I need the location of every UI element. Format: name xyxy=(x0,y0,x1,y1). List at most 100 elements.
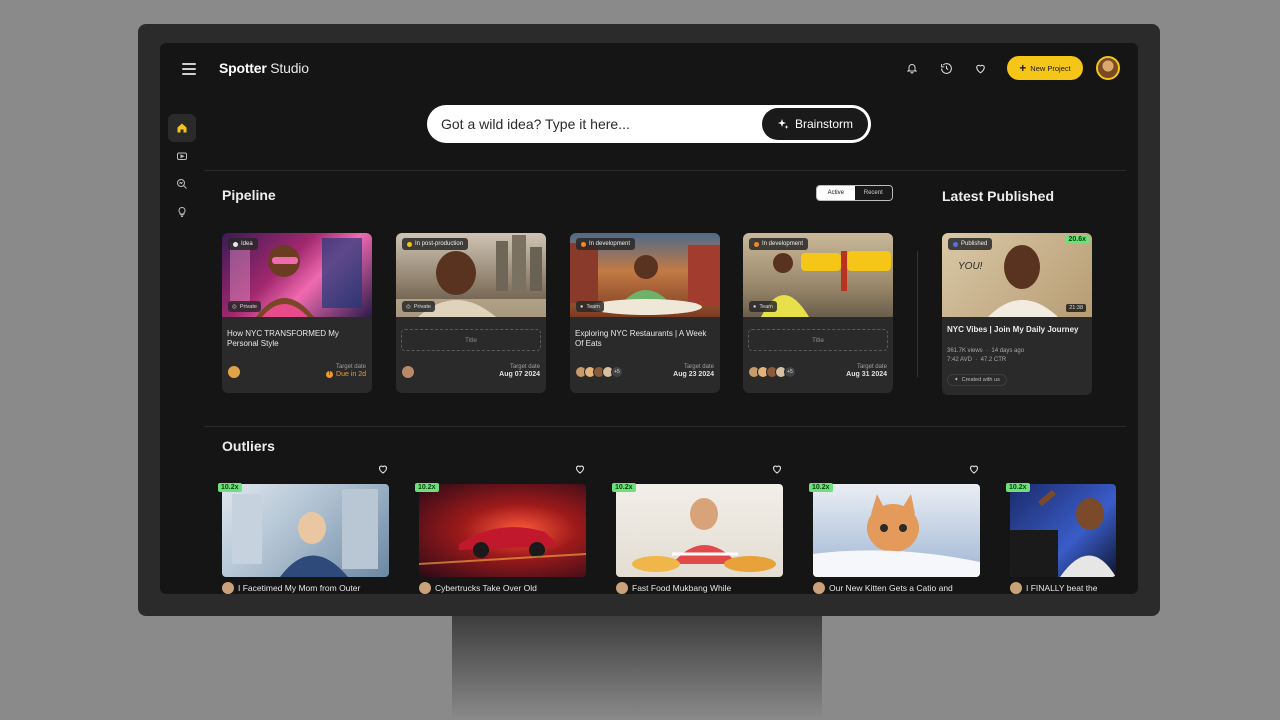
card-thumbnail: In post-production ◎ Private xyxy=(396,233,546,317)
tab-recent[interactable]: Recent xyxy=(854,186,892,200)
avatar xyxy=(227,365,241,379)
multiplier-badge: 10.2x xyxy=(1006,483,1030,492)
menu-icon[interactable] xyxy=(182,63,196,75)
avatar[interactable] xyxy=(1096,56,1120,80)
created-with-badge: ✦ Created with us xyxy=(947,374,1007,386)
status-badge: Published xyxy=(948,238,993,250)
idea-search-bar: Brainstorm xyxy=(427,105,871,143)
title-placeholder-field[interactable]: Title xyxy=(401,329,541,351)
lock-icon: ◎ xyxy=(406,303,411,310)
card-thumbnail: YOU! Published 20.6x 21:38 xyxy=(942,233,1092,317)
heart-icon[interactable] xyxy=(574,463,586,475)
video-thumbnail xyxy=(419,484,586,577)
svg-text:YOU!: YOU! xyxy=(958,261,983,272)
side-rail xyxy=(168,114,196,226)
assignee-avatars xyxy=(401,365,415,379)
status-badge: In development xyxy=(749,238,809,250)
video-stats: 361.7K views · 14 days ago 7:42 AVD · 47… xyxy=(947,348,1025,363)
new-project-label: New Project xyxy=(1030,63,1071,73)
outlier-card[interactable]: 10.2x Cybertrucks Take Over Old xyxy=(415,465,586,594)
outlier-card[interactable]: 10.2x I FINALLY beat the xyxy=(1006,483,1116,594)
card-title: Exploring NYC Restaurants | A Week Of Ea… xyxy=(575,329,707,348)
video-title: NYC Vibes | Join My Daily Journey xyxy=(947,325,1079,334)
sparkle-icon xyxy=(777,119,789,129)
avatar xyxy=(401,365,415,379)
card-title: How NYC TRANSFORMED My Personal Style xyxy=(227,329,339,348)
latest-published-title: Latest Published xyxy=(942,188,1055,204)
top-actions xyxy=(904,60,988,76)
brainstorm-label: Brainstorm xyxy=(794,117,853,131)
pipeline-card[interactable]: In post-production ◎ Private Title Target… xyxy=(396,233,546,393)
video-icon[interactable] xyxy=(168,142,196,170)
heart-icon[interactable] xyxy=(968,463,980,475)
published-card[interactable]: YOU! Published 20.6x 21:38 NYC Vibes | J… xyxy=(942,233,1092,395)
brainstorm-button[interactable]: Brainstorm xyxy=(762,108,868,140)
app-screen: Spotter Studio + New Project Got a wild … xyxy=(160,43,1138,594)
search-analytics-icon[interactable] xyxy=(168,170,196,198)
team-icon: ● xyxy=(753,303,757,310)
history-icon[interactable] xyxy=(938,60,954,76)
sparkle-icon: ✦ xyxy=(954,377,959,383)
more-avatars: +5 xyxy=(784,366,796,378)
avatar xyxy=(419,582,431,594)
target-date: Target date Aug 23 2024 xyxy=(673,364,714,378)
card-thumbnail: Idea ◎ Private xyxy=(222,233,372,317)
heart-icon[interactable] xyxy=(972,60,988,76)
status-badge: In post-production xyxy=(402,238,469,250)
monitor-stand xyxy=(452,612,822,720)
visibility-badge: ◎ Private xyxy=(228,301,261,312)
plus-icon: + xyxy=(1019,61,1027,75)
assignee-avatars: +5 xyxy=(575,366,623,378)
video-thumbnail xyxy=(813,484,980,577)
status-badge: In development xyxy=(576,238,636,250)
heart-icon[interactable] xyxy=(771,463,783,475)
divider xyxy=(204,426,1126,427)
pipeline-card[interactable]: In development ● Team Title Target date A… xyxy=(743,233,893,393)
avatar xyxy=(222,582,234,594)
home-icon[interactable] xyxy=(168,114,196,142)
idea-input[interactable] xyxy=(441,116,762,132)
app-logo[interactable]: Spotter Studio xyxy=(219,60,309,76)
title-placeholder-field[interactable]: Title xyxy=(748,329,888,351)
video-title: Fast Food Mukbang While xyxy=(616,582,731,594)
target-date: Target date ! Due in 2d xyxy=(326,364,366,378)
pipeline-card[interactable]: Idea ◎ Private How NYC TRANSFORMED My Per… xyxy=(222,233,372,393)
video-title: Cybertrucks Take Over Old xyxy=(419,582,537,594)
visibility-badge: ● Team xyxy=(576,301,604,312)
multiplier-badge: 10.2x xyxy=(612,483,636,492)
multiplier-badge: 10.2x xyxy=(218,483,242,492)
target-date: Target date Aug 07 2024 xyxy=(499,364,540,378)
outlier-card[interactable]: 10.2x Our New Kitten Gets a Catio and xyxy=(809,465,980,594)
multiplier-badge: 20.6x xyxy=(1065,235,1089,244)
visibility-badge: ◎ Private xyxy=(402,301,435,312)
team-icon: ● xyxy=(580,303,584,310)
multiplier-badge: 10.2x xyxy=(809,483,833,492)
video-thumbnail xyxy=(222,484,389,577)
outlier-card[interactable]: 10.2x Fast Food Mukbang While xyxy=(612,465,783,594)
alert-icon: ! xyxy=(326,371,334,378)
avatar xyxy=(813,582,825,594)
bell-icon[interactable] xyxy=(904,60,920,76)
pipeline-card[interactable]: In development ● Team Exploring NYC Resta… xyxy=(570,233,720,393)
avatar xyxy=(616,582,628,594)
target-date: Target date Aug 31 2024 xyxy=(846,364,887,378)
card-thumbnail: In development ● Team xyxy=(570,233,720,317)
tab-active[interactable]: Active xyxy=(817,186,855,200)
video-thumbnail xyxy=(1010,484,1116,577)
new-project-button[interactable]: + New Project xyxy=(1007,56,1083,80)
avatar xyxy=(1010,582,1022,594)
more-avatars: +5 xyxy=(611,366,623,378)
heart-icon[interactable] xyxy=(377,463,389,475)
video-title: I Facetimed My Mom from Outer xyxy=(222,582,360,594)
video-title: Our New Kitten Gets a Catio and xyxy=(813,582,953,594)
outlier-card[interactable]: 10.2x I Facetimed My Mom from Outer xyxy=(218,465,389,594)
outliers-title: Outliers xyxy=(222,438,275,454)
pipeline-title: Pipeline xyxy=(222,187,276,203)
divider xyxy=(917,251,918,377)
video-thumbnail xyxy=(616,484,783,577)
lightbulb-icon[interactable] xyxy=(168,198,196,226)
divider xyxy=(204,170,1126,171)
duration-badge: 21:38 xyxy=(1066,304,1086,312)
multiplier-badge: 10.2x xyxy=(415,483,439,492)
lock-icon: ◎ xyxy=(232,303,237,310)
